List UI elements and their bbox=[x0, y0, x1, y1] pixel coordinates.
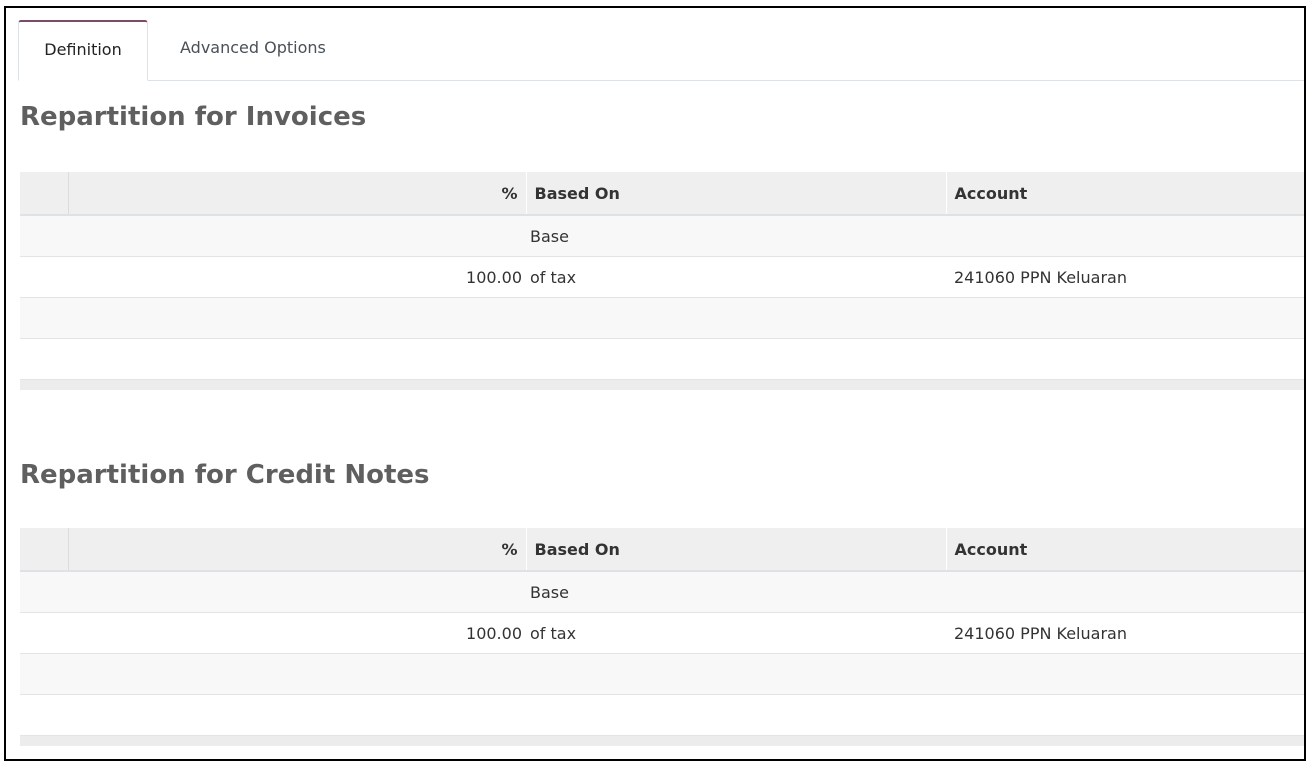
account-header[interactable]: Account bbox=[946, 528, 1304, 572]
table-row[interactable]: Base bbox=[20, 215, 1304, 257]
percent-cell[interactable]: 100.00 bbox=[68, 612, 526, 654]
tax-form: Definition Advanced Options Repartition … bbox=[4, 6, 1306, 761]
invoices-section-title: Repartition for Invoices bbox=[20, 102, 367, 132]
based-on-cell[interactable]: Base bbox=[526, 571, 946, 613]
percent-cell[interactable] bbox=[68, 215, 526, 257]
row-handle bbox=[20, 612, 68, 654]
account-header[interactable]: Account bbox=[946, 172, 1304, 216]
table-row[interactable]: Base bbox=[20, 571, 1304, 613]
row-handle bbox=[20, 215, 68, 257]
table-header-row: % Based On Account bbox=[20, 172, 1304, 216]
based-on-cell[interactable]: Base bbox=[526, 215, 946, 257]
credit-notes-repartition-table: % Based On Account Base 100.00 of tax 24… bbox=[20, 528, 1304, 746]
handle-header bbox=[20, 528, 69, 572]
row-handle bbox=[20, 256, 68, 298]
tab-definition[interactable]: Definition bbox=[18, 20, 148, 81]
account-cell[interactable] bbox=[946, 215, 1304, 257]
credit-notes-section-title: Repartition for Credit Notes bbox=[20, 460, 430, 490]
percent-header[interactable]: % bbox=[68, 172, 527, 216]
handle-header bbox=[20, 172, 69, 216]
notebook-tabs: Definition Advanced Options bbox=[18, 20, 1304, 81]
empty-row[interactable] bbox=[20, 338, 1304, 380]
account-cell[interactable]: 241060 PPN Keluaran bbox=[946, 612, 1304, 654]
table-row[interactable]: 100.00 of tax 241060 PPN Keluaran bbox=[20, 256, 1304, 298]
tab-advanced-options[interactable]: Advanced Options bbox=[168, 20, 338, 80]
empty-row[interactable] bbox=[20, 694, 1304, 736]
table-row[interactable]: 100.00 of tax 241060 PPN Keluaran bbox=[20, 612, 1304, 654]
table-footer bbox=[20, 379, 1304, 390]
percent-cell[interactable]: 100.00 bbox=[68, 256, 526, 298]
table-footer bbox=[20, 735, 1304, 746]
based-on-cell[interactable]: of tax bbox=[526, 256, 946, 298]
empty-row[interactable] bbox=[20, 297, 1304, 339]
based-on-cell[interactable]: of tax bbox=[526, 612, 946, 654]
account-cell[interactable] bbox=[946, 571, 1304, 613]
empty-row[interactable] bbox=[20, 653, 1304, 695]
table-header-row: % Based On Account bbox=[20, 528, 1304, 572]
percent-header[interactable]: % bbox=[68, 528, 527, 572]
based-on-header[interactable]: Based On bbox=[526, 172, 947, 216]
row-handle bbox=[20, 571, 68, 613]
invoices-repartition-table: % Based On Account Base 100.00 of tax 24… bbox=[20, 172, 1304, 390]
account-cell[interactable]: 241060 PPN Keluaran bbox=[946, 256, 1304, 298]
percent-cell[interactable] bbox=[68, 571, 526, 613]
based-on-header[interactable]: Based On bbox=[526, 528, 947, 572]
